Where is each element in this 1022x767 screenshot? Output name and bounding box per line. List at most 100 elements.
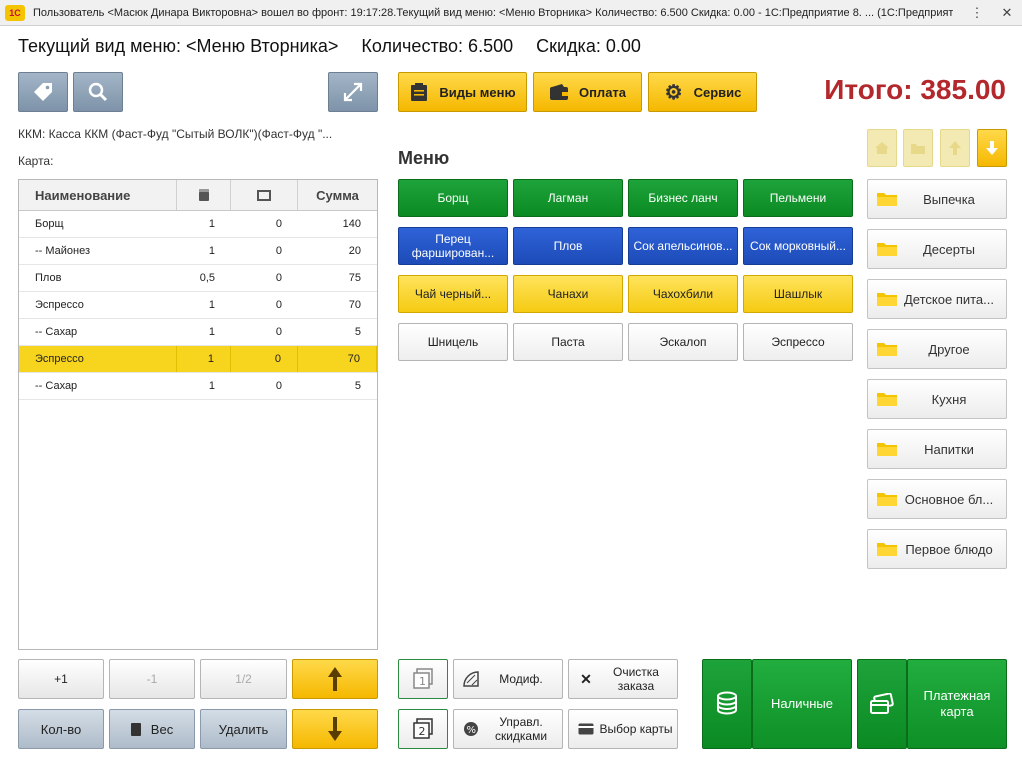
payment-button[interactable]: Оплата [533,72,642,112]
menu-dish-button[interactable]: Плов [513,227,623,265]
cell-sum: 70 [348,299,361,311]
menu-dish-button[interactable]: Чанахи [513,275,623,313]
category-label: Выпечка [923,191,975,207]
kkm-info: ККМ: Касса ККМ (Фаст-Фуд "Сытый ВОЛК")(Ф… [18,127,333,141]
card-icon-button[interactable] [857,659,907,749]
weight-button[interactable]: Вес [109,709,195,749]
category-button[interactable]: Напитки [867,429,1007,469]
category-button[interactable]: Кухня [867,379,1007,419]
menu-dish-button[interactable]: Шашлык [743,275,853,313]
table-row[interactable]: Эспрессо 1 0 70 [19,346,377,373]
folder-nav-button[interactable] [903,129,933,167]
table-row[interactable]: Эспрессо 1 0 70 [19,292,377,319]
cell-name: Плов [35,272,62,284]
quantity-button[interactable]: Кол-во [18,709,104,749]
category-button[interactable]: Выпечка [867,179,1007,219]
table-row[interactable]: -- Сахар 1 0 5 [19,373,377,400]
calculator-icon [198,189,209,201]
move-down-button[interactable] [292,709,378,749]
price-tag-button[interactable] [18,72,68,112]
menu-dish-button[interactable]: Бизнес ланч [628,179,738,217]
category-label: Основное бл... [904,491,994,507]
cash-payment-button[interactable]: Наличные [752,659,852,749]
arrow-up-icon [328,667,342,691]
page-two-icon: 2 [413,718,433,739]
menu-dish-button[interactable]: Сок апельсинов... [628,227,738,265]
arrow-down-icon [328,717,342,741]
page-one-button[interactable]: 1 [398,659,448,699]
plus-one-button[interactable]: +1 [18,659,104,699]
window-title: Пользователь <Масюк Динара Викторовна> в… [33,6,953,19]
category-button[interactable]: Детское пита... [867,279,1007,319]
menu-types-button[interactable]: Виды меню [398,72,527,112]
cash-icon-button[interactable] [702,659,752,749]
folder-icon [876,441,898,457]
menu-dish-button[interactable]: Сок морковный... [743,227,853,265]
table-row[interactable]: Борщ 1 0 140 [19,211,377,238]
page-one-icon: 1 [413,668,433,689]
half-button[interactable]: 1/2 [200,659,287,699]
menu-dish-button[interactable]: Лагман [513,179,623,217]
cell-qty: 1 [208,380,215,392]
menu-dish-button[interactable]: Борщ [398,179,508,217]
folder-icon [876,291,898,307]
svg-text:%: % [467,725,477,736]
menu-dish-button[interactable]: Чахохбили [628,275,738,313]
order-rows: Борщ 1 0 140 -- Майонез 1 0 20 Плов 0,5 0 75 Эспресс… [19,211,377,400]
column-discount[interactable] [231,180,298,210]
cell-qty: 1 [208,326,215,338]
menu-dish-button[interactable]: Шницель [398,323,508,361]
discount-label: Скидка: 0.00 [536,36,641,56]
category-up-button[interactable] [940,129,970,167]
cell-name: Борщ [35,218,64,230]
menu-dish-button[interactable]: Чай черный... [398,275,508,313]
cell-name: -- Сахар [35,380,78,392]
quantity-label: Количество: 6.500 [361,36,514,56]
clear-order-button[interactable]: ✕ Очистка заказа [568,659,678,699]
modifier-button[interactable]: Модиф. [453,659,563,699]
category-button[interactable]: Первое блюдо [867,529,1007,569]
search-button[interactable] [73,72,123,112]
folder-icon [876,541,898,557]
category-down-button[interactable] [977,129,1007,167]
cell-sum: 5 [354,380,361,392]
expand-button[interactable] [328,72,378,112]
discounts-button[interactable]: % Управл. скидками [453,709,563,749]
menu-view-label: Текущий вид меню: <Меню Вторника> [18,36,339,56]
table-row[interactable]: -- Майонез 1 0 20 [19,238,377,265]
cell-qty: 1 [177,346,231,372]
card-payment-button[interactable]: Платежная карта [907,659,1007,749]
column-sum[interactable]: Сумма [298,180,377,210]
category-label: Кухня [931,391,967,407]
card-select-button[interactable]: Выбор карты [568,709,678,749]
menu-dish-button[interactable]: Перец фарширован... [398,227,508,265]
page-two-button[interactable]: 2 [398,709,448,749]
close-icon[interactable]: ✕ [996,3,1018,23]
menu-types-label: Виды меню [439,84,516,100]
modifier-label: Модиф. [499,672,543,686]
table-row[interactable]: -- Сахар 1 0 5 [19,319,377,346]
column-name[interactable]: Наименование [19,180,177,210]
menu-dish-button[interactable]: Эскалоп [628,323,738,361]
category-button[interactable]: Другое [867,329,1007,369]
category-button[interactable]: Основное бл... [867,479,1007,519]
credit-card-icon [577,723,595,735]
cell-name: -- Сахар [35,326,78,338]
menu-dish-button[interactable]: Эспрессо [743,323,853,361]
window-titlebar: 1С Пользователь <Масюк Динара Викторовна… [0,0,1022,26]
service-button[interactable]: ⚙ Сервис [648,72,757,112]
cell-name: -- Майонез [35,245,91,257]
cell-discount: 0 [275,326,282,338]
home-button[interactable] [867,129,897,167]
cell-discount: 0 [275,272,282,284]
delete-button[interactable]: Удалить [200,709,287,749]
folder-icon [876,341,898,357]
menu-dots-icon[interactable]: ⋮ [966,3,988,23]
category-button[interactable]: Десерты [867,229,1007,269]
move-up-button[interactable] [292,659,378,699]
table-row[interactable]: Плов 0,5 0 75 [19,265,377,292]
menu-dish-button[interactable]: Паста [513,323,623,361]
column-qty[interactable] [177,180,231,210]
minus-one-button[interactable]: -1 [109,659,195,699]
menu-dish-button[interactable]: Пельмени [743,179,853,217]
